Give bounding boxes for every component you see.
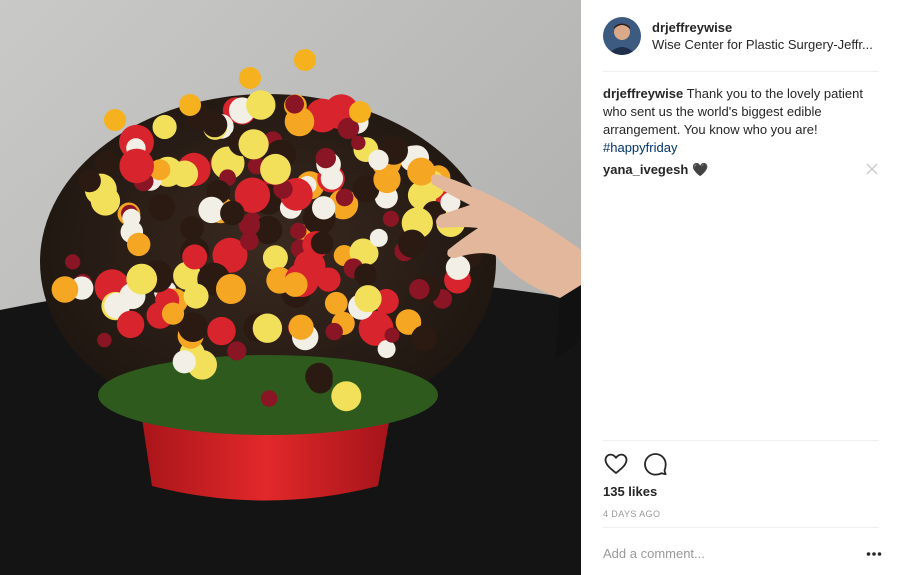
- chocolate-fruit: [78, 169, 101, 193]
- melon-ball: [407, 157, 436, 186]
- chocolate-fruit: [354, 263, 377, 287]
- heart-icon[interactable]: [603, 451, 629, 477]
- grape: [335, 188, 354, 207]
- grape: [289, 222, 307, 240]
- add-comment-input[interactable]: [603, 546, 833, 561]
- pineapple: [171, 160, 199, 188]
- grape: [65, 254, 81, 270]
- pineapple: [246, 90, 276, 120]
- grape: [409, 279, 430, 300]
- melon-ball: [104, 109, 126, 131]
- post-side-panel: drjeffreywise Wise Center for Plastic Su…: [581, 0, 900, 575]
- melon-ball: [179, 94, 201, 116]
- melon-ball: [216, 274, 246, 304]
- chocolate-fruit: [202, 112, 228, 138]
- melon-ball: [294, 49, 316, 71]
- chocolate-fruit: [148, 194, 176, 221]
- melon-ball: [288, 314, 314, 340]
- melon-ball: [282, 272, 308, 297]
- strawberry: [182, 244, 208, 270]
- white-chocolate: [377, 340, 396, 359]
- chocolate-fruit: [220, 200, 245, 226]
- caption-username[interactable]: drjeffreywise: [603, 86, 683, 101]
- strawberry: [116, 310, 145, 339]
- post-timestamp[interactable]: 4 DAYS AGO: [603, 509, 660, 519]
- pineapple: [152, 114, 177, 140]
- edible-arrangement-image: [0, 0, 581, 575]
- grape: [384, 327, 400, 343]
- post-photo[interactable]: [0, 0, 581, 575]
- pineapple: [354, 285, 382, 313]
- close-icon[interactable]: [865, 162, 879, 176]
- pineapple: [126, 263, 158, 295]
- strawberry: [119, 148, 154, 184]
- chocolate-fruit: [310, 231, 334, 255]
- grape: [285, 94, 304, 114]
- post-actions: [603, 451, 681, 477]
- melon-ball: [239, 67, 261, 89]
- white-chocolate: [445, 255, 471, 280]
- hashtag-link[interactable]: #happyfriday: [603, 139, 879, 157]
- post-header: drjeffreywise Wise Center for Plastic Su…: [603, 14, 879, 58]
- melon-ball: [349, 101, 371, 123]
- pineapple: [331, 381, 362, 412]
- grape: [260, 390, 278, 407]
- melon-ball: [127, 232, 151, 257]
- divider: [603, 71, 879, 72]
- comment-row: yana_ivegesh 🖤: [603, 161, 879, 179]
- white-chocolate: [172, 350, 196, 374]
- white-chocolate: [368, 149, 389, 171]
- chocolate-fruit: [305, 362, 333, 391]
- chocolate-fruit: [398, 229, 427, 258]
- comment-text: 🖤: [692, 162, 709, 177]
- white-chocolate: [320, 167, 344, 190]
- white-chocolate: [229, 99, 249, 119]
- chocolate-fruit: [94, 150, 119, 175]
- divider: [603, 527, 879, 528]
- chocolate-fruit: [180, 216, 204, 241]
- speech-bubble-icon[interactable]: [642, 451, 668, 477]
- grape: [351, 135, 366, 151]
- post-location[interactable]: Wise Center for Plastic Surgery-Jeffr...: [652, 36, 880, 54]
- melon-ball: [161, 302, 185, 325]
- pineapple: [252, 313, 283, 343]
- post-username[interactable]: drjeffreywise: [652, 19, 879, 36]
- grape: [315, 147, 336, 169]
- melon-ball: [324, 291, 348, 315]
- strawberry: [207, 316, 236, 346]
- grape: [227, 341, 247, 361]
- divider: [603, 440, 879, 441]
- white-chocolate: [369, 228, 388, 247]
- pineapple: [260, 153, 291, 185]
- grape: [97, 332, 112, 348]
- grape: [382, 210, 399, 227]
- white-chocolate: [312, 196, 336, 220]
- avatar[interactable]: [603, 17, 641, 55]
- like-count[interactable]: 135 likes: [603, 484, 657, 499]
- pineapple: [183, 283, 209, 309]
- grape: [325, 322, 343, 341]
- more-options-icon[interactable]: [866, 551, 882, 557]
- chocolate-fruit: [411, 325, 437, 352]
- post-caption: drjeffreywise Thank you to the lovely pa…: [603, 85, 879, 157]
- pineapple: [262, 245, 288, 271]
- comment-username[interactable]: yana_ivegesh: [603, 161, 688, 179]
- melon-ball: [51, 276, 79, 303]
- pineapple: [238, 129, 269, 160]
